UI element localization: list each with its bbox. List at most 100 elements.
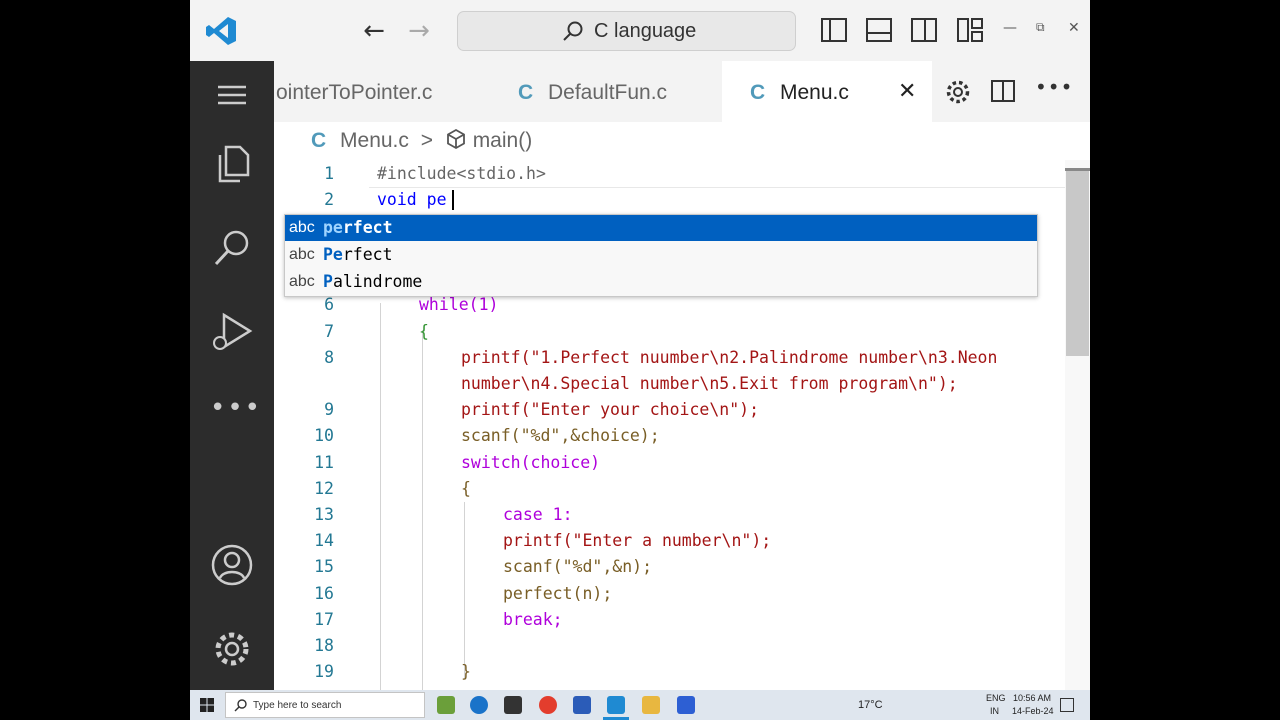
suggestion-match: P — [323, 272, 333, 291]
breadcrumb-symbol[interactable]: main() — [473, 129, 533, 152]
explorer-icon[interactable] — [210, 141, 254, 185]
tab-pointer-to-pointer[interactable]: ointerToPointer.c — [274, 61, 492, 122]
line-number: 6 — [324, 295, 334, 314]
line-number: 13 — [314, 505, 334, 524]
breadcrumb-separator: > — [420, 129, 433, 152]
c-file-icon: C — [311, 129, 327, 152]
edge-browser-icon[interactable] — [470, 696, 488, 714]
code-line: while(1) — [419, 295, 499, 314]
line-number: 14 — [314, 531, 334, 550]
customize-layout-icon[interactable] — [956, 17, 984, 43]
restore-icon[interactable]: ⧉ — [1036, 20, 1045, 35]
code-line: scanf("%d",&n); — [503, 557, 653, 576]
more-actions-icon[interactable]: ••• — [1035, 75, 1073, 99]
text-kind-icon: abc — [289, 273, 315, 290]
vscode-taskbar-icon[interactable] — [607, 696, 625, 714]
suggestion-label: perfect — [323, 215, 393, 241]
line-number: 1 — [324, 164, 334, 183]
code-line: printf("Enter a number\n"); — [503, 531, 772, 550]
line-number: 19 — [314, 662, 334, 681]
editor-tabs: ointerToPointer.c C DefaultFun.c C Menu.… — [274, 61, 1090, 122]
suggestion-item[interactable]: abc perfect — [285, 215, 1037, 241]
toggle-primary-sidebar-icon[interactable] — [820, 17, 848, 43]
indent-guide — [464, 502, 465, 678]
windows-start-icon[interactable] — [200, 698, 214, 712]
current-line-highlight — [369, 187, 1090, 188]
code-line: { — [461, 479, 471, 498]
weather-widget[interactable]: 17°C — [858, 699, 883, 711]
zoom-icon[interactable] — [677, 696, 695, 714]
code-line: void pe — [377, 190, 447, 209]
word-icon[interactable] — [573, 696, 591, 714]
line-number: 15 — [314, 557, 334, 576]
taskbar-search-input[interactable]: Type here to search — [225, 692, 425, 718]
suggestion-item[interactable]: abc Palindrome — [285, 269, 1037, 295]
suggestion-item[interactable]: abc Perfect — [285, 242, 1037, 268]
line-number: 2 — [324, 190, 334, 209]
toggle-panel-icon[interactable] — [865, 17, 893, 43]
line-number: 10 — [314, 426, 334, 445]
line-number: 12 — [314, 479, 334, 498]
command-center-search[interactable]: C language — [457, 11, 796, 51]
vertical-scrollbar-thumb[interactable] — [1066, 168, 1089, 356]
code-line: #include<stdio.h> — [377, 164, 546, 183]
autocomplete-suggestions: abc perfect abc Perfect abc Palindrome — [284, 214, 1038, 297]
close-window-icon[interactable]: ✕ — [1068, 20, 1080, 36]
chrome-icon[interactable] — [539, 696, 557, 714]
search-icon[interactable] — [210, 226, 254, 270]
windows-taskbar: Type here to search 17°C ENG IN 10:56 AM… — [190, 690, 1090, 720]
forward-arrow-icon[interactable]: → — [403, 16, 435, 46]
notifications-icon[interactable] — [1060, 698, 1074, 712]
suggestion-match: Pe — [323, 245, 343, 264]
minimize-icon[interactable]: — — [1003, 20, 1017, 36]
method-cube-icon — [446, 128, 465, 150]
close-tab-icon[interactable]: ✕ — [898, 78, 916, 104]
clock-date[interactable]: 14-Feb-24 — [1012, 706, 1054, 716]
tab-label: DefaultFun.c — [548, 81, 668, 104]
text-kind-icon: abc — [289, 246, 315, 263]
code-line: perfect(n); — [503, 584, 613, 603]
code-line: scanf("%d",&choice); — [461, 426, 660, 445]
run-debug-icon[interactable] — [210, 309, 254, 353]
text-kind-icon: abc — [289, 219, 315, 236]
split-editor-icon[interactable] — [990, 79, 1016, 103]
title-bar: ← → C language — ⧉ ✕ — [190, 0, 1090, 61]
search-icon — [563, 21, 583, 41]
more-views-icon[interactable]: ••• — [210, 393, 260, 437]
tab-label: ointerToPointer.c — [276, 81, 433, 104]
indent-guide — [380, 303, 381, 690]
text-cursor — [452, 190, 454, 210]
file-explorer-icon[interactable] — [642, 696, 660, 714]
tab-menu-c[interactable]: C Menu.c ✕ — [722, 61, 932, 122]
store-icon[interactable] — [504, 696, 522, 714]
suggestion-label: Perfect — [323, 242, 393, 268]
vscode-logo-icon — [206, 17, 236, 45]
line-number: 18 — [314, 636, 334, 655]
manage-gear-icon[interactable] — [210, 627, 254, 671]
line-number: 7 — [324, 322, 334, 341]
line-number: 11 — [314, 453, 334, 472]
language-indicator[interactable]: ENG — [986, 693, 1006, 703]
back-arrow-icon[interactable]: ← — [358, 16, 390, 46]
tab-default-fun[interactable]: C DefaultFun.c — [518, 61, 718, 122]
accounts-icon[interactable] — [210, 543, 254, 587]
code-line: switch(choice) — [461, 453, 601, 472]
toggle-secondary-sidebar-icon[interactable] — [910, 17, 938, 43]
c-file-icon: C — [518, 81, 534, 104]
region-indicator: IN — [990, 706, 999, 716]
indent-guide — [422, 330, 423, 690]
taskview-icon[interactable] — [437, 696, 455, 714]
clock-time[interactable]: 10:56 AM — [1013, 693, 1051, 703]
vscode-window: ← → C language — ⧉ ✕ ••• ointerToPointer… — [190, 0, 1090, 720]
menu-icon[interactable] — [210, 73, 254, 117]
code-line: printf("1.Perfect nuumber\n2.Palindrome … — [461, 348, 998, 367]
breadcrumb: C Menu.c > main() — [311, 128, 532, 153]
code-line: break; — [503, 610, 563, 629]
breadcrumb-file[interactable]: Menu.c — [340, 129, 409, 152]
code-line: case 1: — [503, 505, 573, 524]
search-icon — [234, 699, 247, 712]
code-line: printf("Enter your choice\n"); — [461, 400, 760, 419]
gear-icon[interactable] — [944, 78, 972, 106]
suggestion-rest: rfect — [342, 218, 393, 237]
command-center-text: C language — [594, 20, 697, 42]
